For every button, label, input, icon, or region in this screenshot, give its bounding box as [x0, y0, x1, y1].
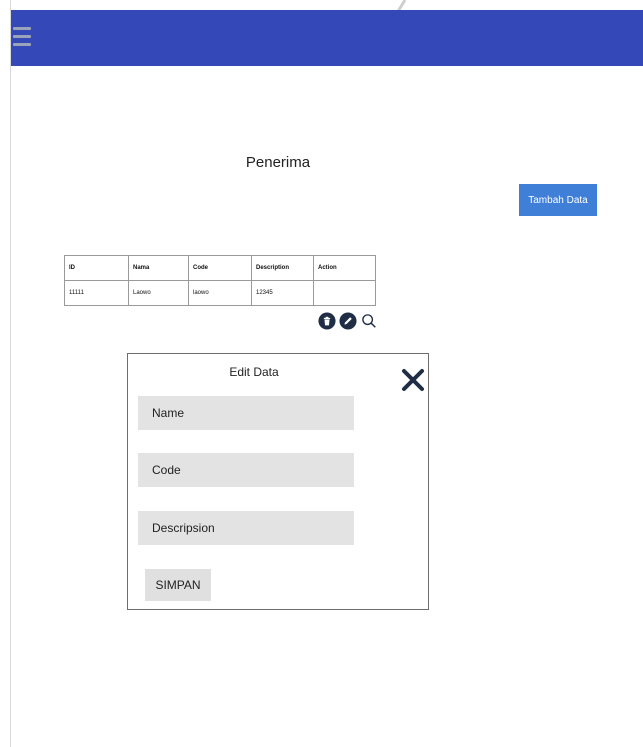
row-action-icons [318, 311, 378, 331]
cell-id: 11111 [64, 280, 129, 306]
column-header-id: ID [64, 255, 129, 281]
page-title: Penerima [245, 154, 311, 171]
name-field[interactable] [138, 396, 354, 430]
description-field[interactable] [138, 511, 354, 545]
cell-action [313, 280, 376, 306]
close-icon[interactable] [401, 368, 425, 392]
cell-code: laowo [188, 280, 252, 306]
dialog-title: Edit Data [229, 365, 279, 379]
window-left-edge [0, 0, 11, 747]
save-button[interactable]: SIMPAN [145, 569, 211, 601]
add-data-button[interactable]: Tambah Data [519, 184, 597, 216]
trash-icon[interactable] [318, 312, 336, 330]
top-app-bar [0, 10, 643, 66]
table-header-row: ID Nama Code Description Action [64, 255, 376, 281]
edit-icon[interactable] [339, 312, 357, 330]
column-header-code: Code [188, 255, 252, 281]
table-row: 11111 Laowo laowo 12345 [64, 280, 376, 306]
column-header-nama: Nama [128, 255, 189, 281]
window-top-strip [0, 0, 643, 10]
cell-description: 12345 [251, 280, 314, 306]
cell-nama: Laowo [128, 280, 189, 306]
hamburger-icon[interactable] [13, 27, 31, 49]
search-icon[interactable] [360, 312, 378, 330]
column-header-action: Action [313, 255, 376, 281]
column-header-description: Description [251, 255, 314, 281]
edit-data-dialog: Edit Data SIMPAN [127, 353, 429, 610]
data-table: ID Nama Code Description Action 11111 La… [64, 255, 376, 306]
code-field[interactable] [138, 453, 354, 487]
